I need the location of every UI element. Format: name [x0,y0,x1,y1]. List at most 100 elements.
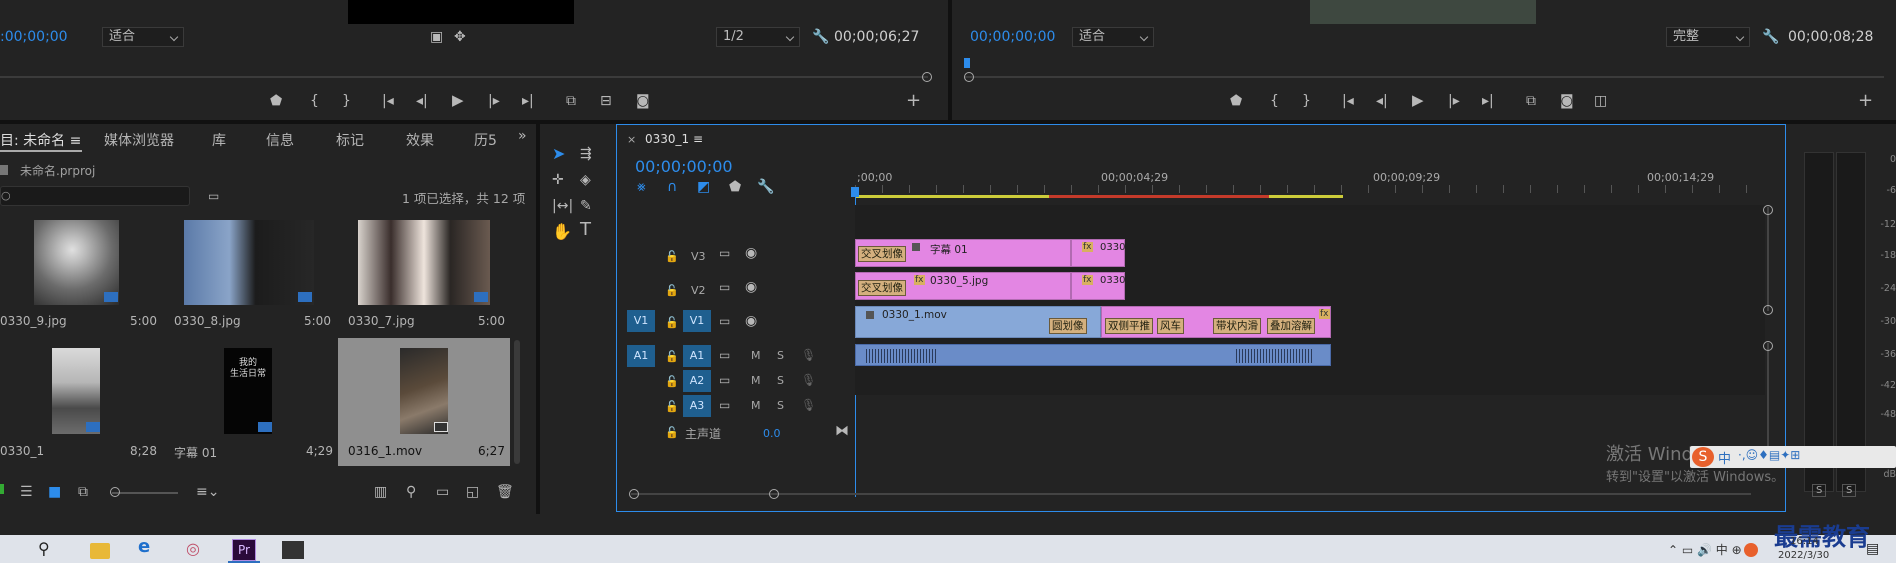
project-search-input[interactable]: ○ [0,186,190,206]
clip-v3-subtitle[interactable]: 交叉划像 字幕 01 [855,239,1071,267]
sync-lock-icon[interactable]: ▭ [719,279,730,295]
clip-v2-image[interactable]: 交叉划像 fx 0330_5.jpg [855,272,1071,300]
transition-label[interactable]: 叠加溶解 [1267,318,1315,334]
zoom-slider-handle[interactable] [110,487,120,497]
lock-icon[interactable]: 🔓 [665,315,679,331]
go-to-out-icon[interactable]: ▸| [1482,93,1494,109]
automate-to-sequence-icon[interactable]: ▥ [374,484,387,500]
source-scrubber[interactable] [0,76,928,78]
timeline-settings-icon[interactable]: 🔧 [757,179,774,195]
solo-button[interactable]: S [777,399,784,412]
timeline-vscroll-handle[interactable] [1763,341,1773,351]
step-back-icon[interactable]: ◂| [1376,93,1388,109]
solo-button[interactable]: S [777,349,784,362]
clock-time[interactable]: 16:14 [1790,536,1819,547]
lock-icon[interactable]: 🔓 [665,399,679,415]
lock-icon[interactable] [0,484,4,494]
mute-button[interactable]: M [751,349,761,362]
snap-icon[interactable]: ∩ [667,179,677,195]
step-forward-icon[interactable]: |▸ [488,93,500,109]
program-scrubber-start[interactable] [964,72,974,82]
sync-lock-icon[interactable]: ▭ [719,245,730,261]
source-patch-a1[interactable]: A1 [627,345,655,367]
transition-label[interactable]: 双侧平推 [1105,318,1153,334]
camera-icon[interactable]: ◙ [1560,93,1574,109]
source-timecode[interactable]: :00;00;00 [0,29,68,45]
add-marker-icon[interactable]: ⬟ [270,93,282,109]
tab-media-browser[interactable]: 媒体浏览器 [104,130,174,150]
freeform-view-icon[interactable]: ⧉ [78,484,88,500]
mark-in-icon[interactable]: { [1270,93,1279,109]
new-bin-icon[interactable]: ▭ [436,484,449,500]
wrench-icon[interactable]: 🔧 [812,29,829,45]
track-label-v2[interactable]: V2 [691,284,706,297]
timeline-vscroll-handle[interactable] [1763,205,1773,215]
icon-view-icon[interactable]: ■ [48,484,61,500]
step-back-icon[interactable]: ◂| [416,93,428,109]
solo-right-button[interactable]: S [1842,484,1857,497]
trash-icon[interactable]: 🗑 [496,484,514,500]
premiere-icon[interactable]: Pr [232,539,256,561]
step-forward-icon[interactable]: |▸ [1448,93,1460,109]
mic-icon[interactable]: 🎙 [801,347,816,363]
find-icon[interactable]: ⚲ [406,484,416,500]
source-fit-dropdown[interactable]: 适合 [102,27,184,47]
list-view-icon[interactable]: ☰ [20,484,33,500]
track-label-a2[interactable]: A2 [683,370,711,392]
file-explorer-icon[interactable] [90,543,110,559]
photos-icon[interactable] [282,541,304,559]
lock-icon[interactable]: 🔓 [665,249,679,265]
zoom-slider[interactable] [112,492,178,494]
solo-left-button[interactable]: S [1812,484,1827,497]
settings-adjust-icon[interactable]: ✥ [454,29,466,45]
pen-tool-icon[interactable]: ✎ [580,198,592,214]
ripple-edit-tool-icon[interactable]: ✛ [552,172,564,188]
linked-selection-icon[interactable]: ◩ [697,179,710,195]
go-to-in-icon[interactable]: |◂ [1342,93,1354,109]
program-playhead[interactable] [964,58,970,68]
sogou-tray-icon[interactable] [1744,543,1758,557]
program-quality-dropdown[interactable]: 完整 [1666,27,1750,47]
track-label-v1[interactable]: V1 [683,310,711,332]
sequence-tab[interactable]: 0330_1 ≡ [645,132,703,146]
lock-icon[interactable]: 🔓 [665,374,679,390]
add-button-icon[interactable]: + [906,92,921,110]
mark-in-icon[interactable]: { [310,93,319,109]
razor-tool-icon[interactable]: ◈ [580,172,591,188]
export-frame-icon[interactable]: ▣ [430,29,443,45]
paint-icon[interactable]: ◎ [186,541,200,557]
tab-effects[interactable]: 效果 [406,130,434,150]
play-icon[interactable]: ▶ [1412,92,1424,108]
sync-lock-icon[interactable]: ▭ [719,372,730,388]
track-select-tool-icon[interactable]: ⇶ [580,146,592,162]
transition-label[interactable]: 风车 [1157,318,1184,334]
timeline-timecode[interactable]: 00;00;00;00 [635,157,733,176]
go-to-out-icon[interactable]: ▸| [522,93,534,109]
new-bin-icon[interactable]: ▭ [208,188,219,204]
go-to-end-icon[interactable]: ⧓ [835,423,849,439]
transition-label[interactable]: 交叉划像 [858,280,906,296]
mic-icon[interactable]: 🎙 [801,397,816,413]
eye-icon[interactable]: ◉ [745,313,757,329]
tab-info[interactable]: 信息 [266,130,294,150]
mute-button[interactable]: M [751,374,761,387]
nest-icon[interactable]: ⨳ [637,179,646,195]
more-tabs-icon[interactable]: » [518,128,527,144]
compare-view-icon[interactable]: ◫ [1594,93,1607,109]
camera-icon[interactable]: ◙ [636,93,650,109]
sort-icon[interactable]: ≡⌄ [196,484,219,500]
media-item[interactable]: 0330_7.jpg 5:00 [346,214,508,330]
tab-history[interactable]: 历5 [474,130,497,150]
add-marker-icon[interactable]: ⬟ [1230,93,1242,109]
mute-button[interactable]: M [751,399,761,412]
master-volume[interactable]: 0.0 [763,427,781,440]
eye-icon[interactable]: ◉ [745,245,757,261]
add-button-icon[interactable]: + [1858,92,1873,110]
timeline-hscroll-handle[interactable] [629,489,639,499]
timeline-vscroll[interactable] [1767,207,1769,311]
notification-icon[interactable]: ▤ [1866,541,1879,557]
eye-icon[interactable]: ◉ [745,279,757,295]
overwrite-icon[interactable]: ⊟ [600,93,612,109]
mark-out-icon[interactable]: } [1302,93,1311,109]
project-scrollbar[interactable] [514,340,520,464]
